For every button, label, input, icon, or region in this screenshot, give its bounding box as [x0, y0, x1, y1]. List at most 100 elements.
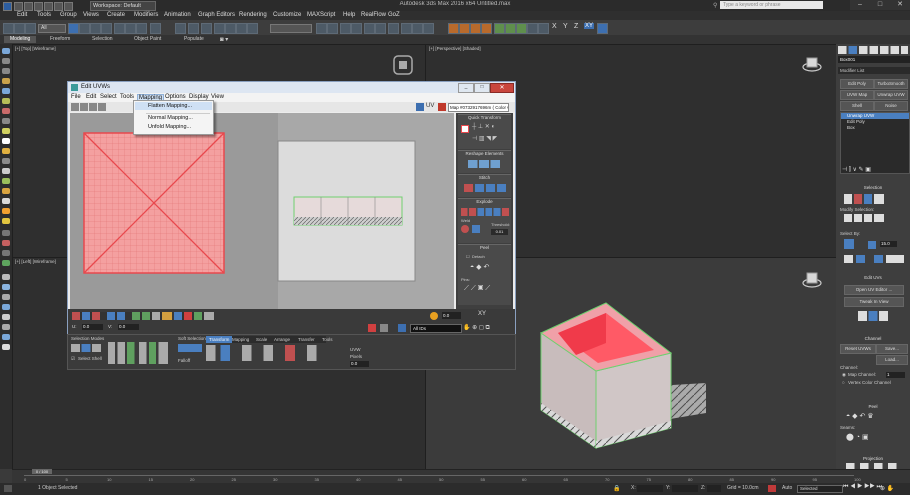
dock-tab-tools[interactable]: Tools	[322, 336, 333, 343]
scene-explorer-icon[interactable]	[2, 48, 10, 54]
maximize-button[interactable]: □	[870, 0, 890, 10]
tab-modeling[interactable]: Modeling	[4, 36, 37, 43]
load-button[interactable]: Load...	[876, 355, 908, 365]
dock-value-input[interactable]: 0.0	[350, 361, 369, 367]
undo-icon[interactable]	[3, 23, 14, 34]
align-tools-icons-2[interactable]: ⊣ ▥ ◥ ◤	[472, 135, 506, 143]
uvw-freeform-icon[interactable]	[98, 103, 106, 111]
graphite-icon[interactable]	[351, 23, 362, 34]
uvw-snap-icon[interactable]	[380, 324, 388, 332]
dock-tab-transform[interactable]: Transform	[206, 336, 233, 343]
uvw-menu-tools[interactable]: Tools	[120, 94, 134, 100]
pin-tools-icons[interactable]: ⟋ ⟋ ▣ ⟋	[464, 285, 506, 293]
menu-create[interactable]: Create	[107, 12, 125, 18]
unwrap-uvw-button[interactable]: Unwrap UVW	[874, 90, 908, 100]
uvw-checker-icon[interactable]	[416, 103, 424, 111]
vertex-color-radio[interactable]: ○	[842, 380, 845, 385]
menu-tools[interactable]: Tools	[37, 12, 51, 18]
selection-level-buttons[interactable]	[844, 194, 884, 204]
auto-key-icon[interactable]	[768, 485, 776, 492]
pivot-icon[interactable]	[175, 23, 186, 34]
uvw-uv-label[interactable]: UV	[426, 103, 434, 109]
rect-selection-icon[interactable]	[90, 23, 101, 34]
stack-item-unwrap[interactable]: Unwrap UVW	[847, 113, 874, 118]
transform-tools[interactable]	[206, 345, 326, 361]
v-input[interactable]: 0.0	[118, 324, 139, 330]
edit-uvs-quick-buttons[interactable]	[858, 311, 888, 321]
menu-group[interactable]: Group	[60, 12, 77, 18]
render-frame-icon[interactable]	[412, 23, 423, 34]
angle-snap-icon[interactable]	[225, 23, 236, 34]
weld-icon[interactable]	[461, 225, 469, 233]
plugin-icon-1[interactable]	[494, 23, 505, 34]
uvw-paint-icon[interactable]	[368, 324, 376, 332]
stack-item-edit-poly[interactable]: Edit Poly	[847, 119, 865, 124]
x-coord-input[interactable]	[637, 485, 663, 492]
peel-tools-icons[interactable]: ◓ ◆ ↶	[470, 263, 502, 271]
schematic-icon[interactable]	[375, 23, 386, 34]
undo-icon[interactable]	[44, 2, 53, 11]
ribbon-toggle-icon[interactable]: ◙ ▾	[220, 36, 228, 43]
viewport-top-label[interactable]: [+] [Top] [Wireframe]	[15, 46, 56, 51]
align-tools-icons[interactable]: ┼ ⊥ ✕ ◐	[472, 123, 506, 131]
save-icon[interactable]	[34, 2, 43, 11]
plugin-icon-4[interactable]	[527, 23, 538, 34]
select-by-name-icon[interactable]	[79, 23, 90, 34]
tool-icon-4[interactable]	[2, 260, 10, 266]
uvw-lock-icon[interactable]	[430, 312, 438, 320]
menu-rendering[interactable]: Rendering	[239, 12, 267, 18]
explode-header[interactable]: Explode	[458, 199, 511, 204]
move-icon[interactable]	[114, 23, 125, 34]
axis-constraint-icon[interactable]	[597, 23, 608, 34]
dock-tab-scale[interactable]: Scale	[256, 336, 267, 343]
selected-dropdown[interactable]: Selected	[797, 485, 843, 493]
uvw-minimize-button[interactable]: _	[458, 83, 474, 93]
select-shell-checkbox[interactable]: ☑	[71, 356, 75, 362]
menu-views[interactable]: Views	[83, 12, 99, 18]
close-button[interactable]: ✕	[890, 0, 910, 10]
select-icon[interactable]	[2, 68, 10, 74]
xy-toggle[interactable]: XY	[478, 311, 486, 317]
link-icon[interactable]	[25, 23, 36, 34]
tool-icon-3[interactable]	[2, 250, 10, 256]
dock-tab-transfer[interactable]: Transfer	[298, 336, 315, 343]
timeline[interactable]: 0 / 100 0 5 10 15 20 25 30 35 40 45 50 55 60 65 70 75 80…	[12, 469, 910, 484]
uvw-rotate-icon[interactable]	[80, 103, 88, 111]
y-coord-input[interactable]	[672, 485, 698, 492]
scale-icon[interactable]	[136, 23, 147, 34]
camera-icon[interactable]	[2, 88, 10, 94]
tool-icon-12[interactable]	[2, 344, 10, 350]
pivot-icon[interactable]	[461, 125, 469, 133]
tweak-in-view-button[interactable]: Tweak In View	[844, 297, 904, 307]
seams-icons[interactable]: ⬤ ◔ ▣	[846, 433, 886, 443]
tool-icon-1[interactable]	[2, 230, 10, 236]
spacewarp-icon[interactable]	[2, 128, 10, 134]
open-uv-editor-button[interactable]: Open UV Editor ...	[844, 285, 904, 295]
frozen-icon[interactable]	[2, 138, 10, 144]
edit-uvs-rollout-header[interactable]: Edit UVs	[838, 275, 908, 280]
xref-icon[interactable]	[2, 178, 10, 184]
realflow-icon-2[interactable]	[459, 23, 470, 34]
zoom-extents-icon[interactable]: ⊕ ✋	[880, 485, 894, 492]
selection-mode-buttons[interactable]	[71, 344, 101, 352]
axis-x-button[interactable]: X	[552, 23, 557, 30]
layer-icon[interactable]	[340, 23, 351, 34]
axis-xy-button[interactable]: XY	[584, 23, 595, 29]
rotate-icon[interactable]	[125, 23, 136, 34]
explode-buttons[interactable]	[461, 208, 509, 216]
uvw-maximize-button[interactable]: □	[474, 83, 490, 93]
group-icon[interactable]	[2, 188, 10, 194]
detach-checkbox[interactable]: ☐	[466, 254, 470, 259]
tool-icon-5[interactable]	[2, 274, 10, 280]
tab-populate[interactable]: Populate	[178, 36, 210, 43]
realflow-icon-1[interactable]	[448, 23, 459, 34]
align-icon[interactable]	[327, 23, 338, 34]
shell-button[interactable]: Shell	[840, 101, 874, 111]
projection-rollout-header[interactable]: Projection	[838, 456, 908, 461]
menu-customize[interactable]: Customize	[273, 12, 301, 18]
box-object[interactable]	[526, 283, 706, 463]
hidden-icon[interactable]	[2, 198, 10, 204]
z-coord-input[interactable]	[707, 485, 721, 492]
uvw-menu-edit[interactable]: Edit	[86, 94, 96, 100]
plugin-icon-5[interactable]	[538, 23, 549, 34]
